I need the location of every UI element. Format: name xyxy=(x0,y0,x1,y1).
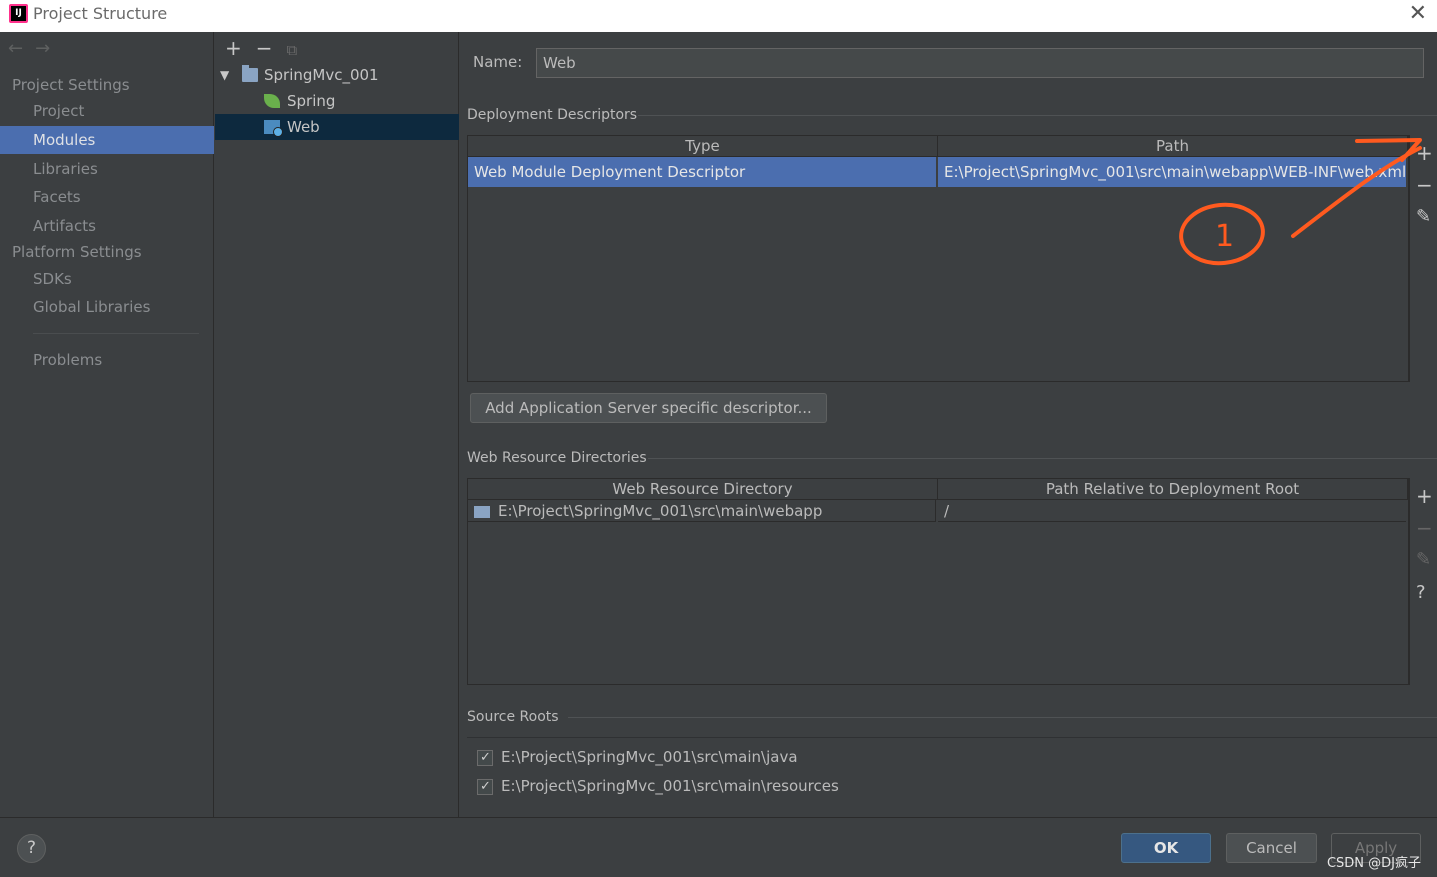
source-root-item[interactable]: E:\Project\SpringMvc_001\src\main\resour… xyxy=(477,774,839,799)
remove-icon[interactable]: − xyxy=(1416,175,1433,195)
column-header-path[interactable]: Path xyxy=(938,136,1408,157)
intellij-idea-icon: IJ xyxy=(9,4,28,23)
remove-icon[interactable]: − xyxy=(1416,518,1433,538)
source-roots-box-top xyxy=(467,737,1437,738)
add-icon[interactable]: + xyxy=(225,36,242,60)
web-folder-icon xyxy=(474,505,490,518)
window-title: Project Structure xyxy=(33,4,168,23)
web-facet-icon xyxy=(264,120,283,137)
source-roots-heading: Source Roots xyxy=(467,709,559,725)
tree-node-label: SpringMvc_001 xyxy=(264,66,379,84)
tree-node-label: Spring xyxy=(287,92,336,110)
sidebar-divider xyxy=(33,333,199,334)
sidebar-item-facets[interactable]: Facets xyxy=(0,183,214,211)
spring-leaf-icon xyxy=(264,94,280,108)
edit-pencil-icon[interactable]: ✎ xyxy=(1416,207,1431,227)
source-root-path: E:\Project\SpringMvc_001\src\main\java xyxy=(501,748,798,766)
edit-pencil-icon[interactable]: ✎ xyxy=(1416,550,1431,570)
descriptor-type-cell[interactable]: Web Module Deployment Descriptor xyxy=(468,157,936,187)
module-folder-icon xyxy=(242,65,258,82)
sidebar-item-project[interactable]: Project xyxy=(0,97,214,125)
sidebar-item-modules[interactable]: Modules xyxy=(0,126,214,154)
column-header-type[interactable]: Type xyxy=(468,136,938,157)
expand-triangle-icon[interactable]: ▼ xyxy=(220,62,229,88)
tree-node-spring[interactable]: Spring xyxy=(215,88,459,114)
cancel-button[interactable]: Cancel xyxy=(1226,833,1317,863)
column-header-web-resource-directory[interactable]: Web Resource Directory xyxy=(468,479,938,500)
source-root-checkbox[interactable] xyxy=(477,746,493,770)
help-icon[interactable]: ? xyxy=(1416,583,1426,603)
table-header: Type Path xyxy=(468,136,1408,157)
module-tree-pane: + − ⧉ ▼ SpringMvc_001 Spring Web xyxy=(215,32,459,817)
add-icon[interactable]: + xyxy=(1416,486,1433,506)
sidebar-item-libraries[interactable]: Libraries xyxy=(0,155,214,183)
column-header-relative-path[interactable]: Path Relative to Deployment Root xyxy=(938,479,1408,500)
copy-icon[interactable]: ⧉ xyxy=(287,41,298,59)
platform-settings-heading: Platform Settings xyxy=(12,243,142,261)
back-arrow-icon[interactable]: ← xyxy=(8,38,23,59)
project-settings-heading: Project Settings xyxy=(12,76,130,94)
sidebar-item-global-libraries[interactable]: Global Libraries xyxy=(0,293,214,321)
close-icon[interactable]: ✕ xyxy=(1409,1,1427,26)
tree-toolbar: + − ⧉ xyxy=(225,36,311,60)
help-icon[interactable]: ? xyxy=(17,834,46,863)
deployment-tools: + − ✎ xyxy=(1409,135,1437,382)
relative-path-cell[interactable]: / xyxy=(938,500,1406,522)
title-bar: IJ Project Structure ✕ xyxy=(0,0,1437,32)
name-label: Name: xyxy=(473,53,523,71)
tree-node-root[interactable]: ▼ SpringMvc_001 xyxy=(215,62,459,88)
forward-arrow-icon[interactable]: → xyxy=(35,38,50,59)
table-header: Web Resource Directory Path Relative to … xyxy=(468,479,1408,500)
deployment-descriptors-table: Type Path Web Module Deployment Descript… xyxy=(467,135,1409,382)
watermark: CSDN @DJ疯子 xyxy=(1326,856,1421,871)
web-resource-table: Web Resource Directory Path Relative to … xyxy=(467,478,1409,685)
nav-arrows: ← → xyxy=(8,38,62,59)
source-root-path: E:\Project\SpringMvc_001\src\main\resour… xyxy=(501,777,839,795)
web-resource-tools: + − ✎ ? xyxy=(1409,478,1437,685)
name-field[interactable] xyxy=(536,48,1424,78)
source-root-checkbox[interactable] xyxy=(477,775,493,799)
settings-sidebar: ← → Project Settings Project Modules Libr… xyxy=(0,32,214,817)
source-root-item[interactable]: E:\Project\SpringMvc_001\src\main\java xyxy=(477,745,798,770)
group-divider xyxy=(648,458,1437,459)
group-divider xyxy=(568,717,1437,718)
group-divider xyxy=(638,115,1437,116)
web-resource-directories-heading: Web Resource Directories xyxy=(467,450,647,466)
sidebar-item-sdks[interactable]: SDKs xyxy=(0,265,214,293)
directory-path: E:\Project\SpringMvc_001\src\main\webapp xyxy=(498,502,823,520)
tree-node-web[interactable]: Web xyxy=(215,114,459,140)
remove-icon[interactable]: − xyxy=(256,36,273,60)
dialog-footer: ? OK Cancel Apply CSDN @DJ疯子 xyxy=(0,817,1437,877)
sidebar-item-problems[interactable]: Problems xyxy=(0,346,214,374)
tree-node-label: Web xyxy=(287,118,320,136)
add-server-descriptor-button[interactable]: Add Application Server specific descript… xyxy=(470,393,827,423)
ok-button[interactable]: OK xyxy=(1121,833,1211,863)
add-icon[interactable]: + xyxy=(1416,143,1433,163)
web-resource-directory-cell[interactable]: E:\Project\SpringMvc_001\src\main\webapp xyxy=(468,500,936,522)
web-facet-settings: Name: Deployment Descriptors Type Path W… xyxy=(460,32,1437,817)
sidebar-item-artifacts[interactable]: Artifacts xyxy=(0,212,214,240)
deployment-descriptors-heading: Deployment Descriptors xyxy=(467,107,638,123)
descriptor-path-cell[interactable]: E:\Project\SpringMvc_001\src\main\webapp… xyxy=(938,157,1406,187)
